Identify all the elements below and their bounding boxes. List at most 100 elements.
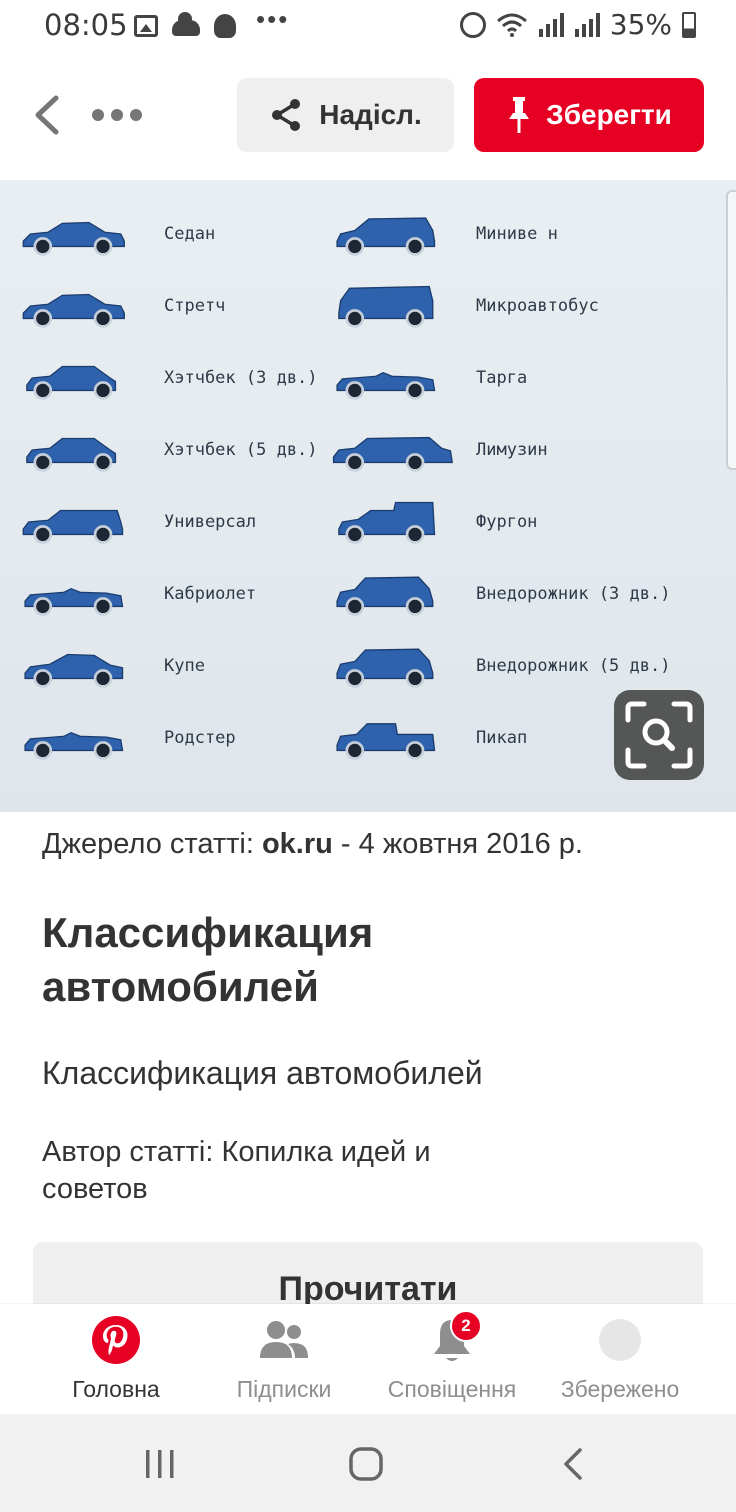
car-type-label: Купе: [164, 656, 205, 676]
more-notifications-icon: •••: [256, 4, 290, 34]
pin-image[interactable]: Седан Стретч Хэтчбек (3 дв.) Хэтчбек (5 дв.…: [0, 180, 736, 812]
car-type-label: Внедорожник (3 дв.): [476, 584, 671, 604]
car-type-label: Тарга: [476, 368, 528, 388]
status-icons-left: •••: [134, 4, 289, 41]
pin-title: Классификация автомобилей: [42, 909, 374, 1010]
car-type-label: Универсал: [164, 512, 257, 532]
system-navigation-bar: [0, 1414, 736, 1512]
car-illustration: [330, 424, 454, 476]
nav-following[interactable]: Підписки: [192, 1304, 376, 1414]
car-type-label: Стретч: [164, 296, 226, 316]
status-icons-right: 35%: [459, 8, 696, 41]
image-scroll-indicator: [726, 190, 736, 470]
notification-badge: 2: [450, 1310, 482, 1342]
article-author: Автор статті: Копилка идей и советов: [42, 1136, 431, 1205]
source-site-link[interactable]: ok.ru: [262, 828, 333, 860]
wifi-icon: [496, 13, 528, 37]
status-time: 08:05: [44, 8, 128, 42]
save-label: Зберегти: [546, 99, 672, 130]
battery-icon: [682, 11, 696, 38]
nav-saved[interactable]: Збережено: [528, 1304, 712, 1414]
car-illustration: [18, 208, 142, 260]
car-type-item: Миниве н: [330, 208, 558, 260]
visual-search-button[interactable]: [614, 690, 704, 780]
car-type-label: Хэтчбек (5 дв.): [164, 440, 318, 460]
bottom-navigation: Головна Підписки 2 Сповіщення Збережено: [0, 1304, 736, 1414]
car-type-item: Внедорожник (3 дв.): [330, 568, 670, 620]
source-prefix: Джерело статті:: [42, 828, 262, 860]
pin-toolbar: Надісл. Зберегти: [0, 60, 736, 170]
article-source: Джерело статті: ok.ru - 4 жовтня 2016 р.: [42, 828, 583, 861]
home-icon: [349, 1447, 383, 1481]
car-illustration: [18, 424, 142, 476]
avatar: [599, 1319, 641, 1361]
car-type-item: Родстер: [18, 712, 236, 764]
car-illustration: [18, 640, 142, 692]
car-type-item: Стретч: [18, 280, 225, 332]
car-illustration: [18, 352, 142, 404]
alarm-icon: [459, 11, 486, 38]
car-type-item: Универсал: [18, 496, 256, 548]
car-type-label: Внедорожник (5 дв.): [476, 656, 671, 676]
share-label: Надісл.: [319, 99, 422, 130]
car-illustration: [330, 712, 454, 764]
car-type-label: Фургон: [476, 512, 538, 532]
car-illustration: [330, 280, 454, 332]
car-illustration: [18, 280, 142, 332]
car-type-item: Хэтчбек (5 дв.): [18, 424, 318, 476]
chevron-left-icon: [35, 95, 59, 135]
car-type-label: Лимузин: [476, 440, 548, 460]
people-icon: [258, 1314, 310, 1366]
signal-icon: [538, 12, 564, 37]
visual-search-icon: [625, 701, 693, 769]
save-button[interactable]: Зберегти: [474, 78, 704, 152]
car-illustration: [18, 496, 142, 548]
car-type-label: Родстер: [164, 728, 236, 748]
avatar-icon: [594, 1314, 646, 1366]
nav-home[interactable]: Головна: [24, 1304, 208, 1414]
back-system-button[interactable]: [552, 1442, 596, 1486]
car-illustration: [18, 568, 142, 620]
car-illustration: [18, 712, 142, 764]
share-button[interactable]: Надісл.: [237, 78, 454, 152]
source-date: - 4 жовтня 2016 р.: [332, 828, 583, 860]
car-illustration: [330, 640, 454, 692]
car-illustration: [330, 208, 454, 260]
car-type-label: Кабриолет: [164, 584, 257, 604]
car-type-item: Внедорожник (5 дв.): [330, 640, 670, 692]
cloud-icon: [172, 11, 200, 36]
car-type-item: Микроавтобус: [330, 280, 599, 332]
gallery-icon: [134, 14, 158, 37]
car-type-item: Кабриолет: [18, 568, 256, 620]
more-horizontal-icon: [92, 109, 104, 121]
car-type-item: Тарга: [330, 352, 527, 404]
app-notification-icon: [214, 13, 236, 38]
car-illustration: [330, 496, 454, 548]
pin-icon: [509, 97, 530, 133]
status-bar: 08:05 ••• 35%: [0, 0, 736, 52]
more-options-button[interactable]: [92, 100, 148, 130]
pinterest-logo-icon: [90, 1314, 142, 1366]
nav-label-notifications: Сповіщення: [387, 1376, 517, 1402]
car-illustration: [330, 352, 454, 404]
car-type-item: Хэтчбек (3 дв.): [18, 352, 318, 404]
back-icon: [564, 1448, 582, 1480]
car-type-label: Седан: [164, 224, 216, 244]
nav-label-saved: Збережено: [560, 1376, 680, 1402]
home-button[interactable]: [344, 1442, 388, 1486]
car-type-item: Купе: [18, 640, 205, 692]
recent-apps-icon: [146, 1450, 174, 1478]
nav-notifications[interactable]: 2 Сповіщення: [360, 1304, 544, 1414]
car-type-label: Миниве н: [476, 224, 558, 244]
recent-apps-button[interactable]: [138, 1442, 182, 1486]
car-type-item: Седан: [18, 208, 215, 260]
battery-percent: 35%: [609, 8, 672, 41]
car-illustration: [330, 568, 454, 620]
back-button[interactable]: [28, 90, 68, 140]
car-type-item: Пикап: [330, 712, 527, 764]
share-icon: [272, 99, 301, 131]
nav-label-following: Підписки: [236, 1376, 332, 1402]
signal-icon: [574, 12, 600, 37]
car-type-label: Хэтчбек (3 дв.): [164, 368, 318, 388]
car-type-label: Пикап: [476, 728, 528, 748]
